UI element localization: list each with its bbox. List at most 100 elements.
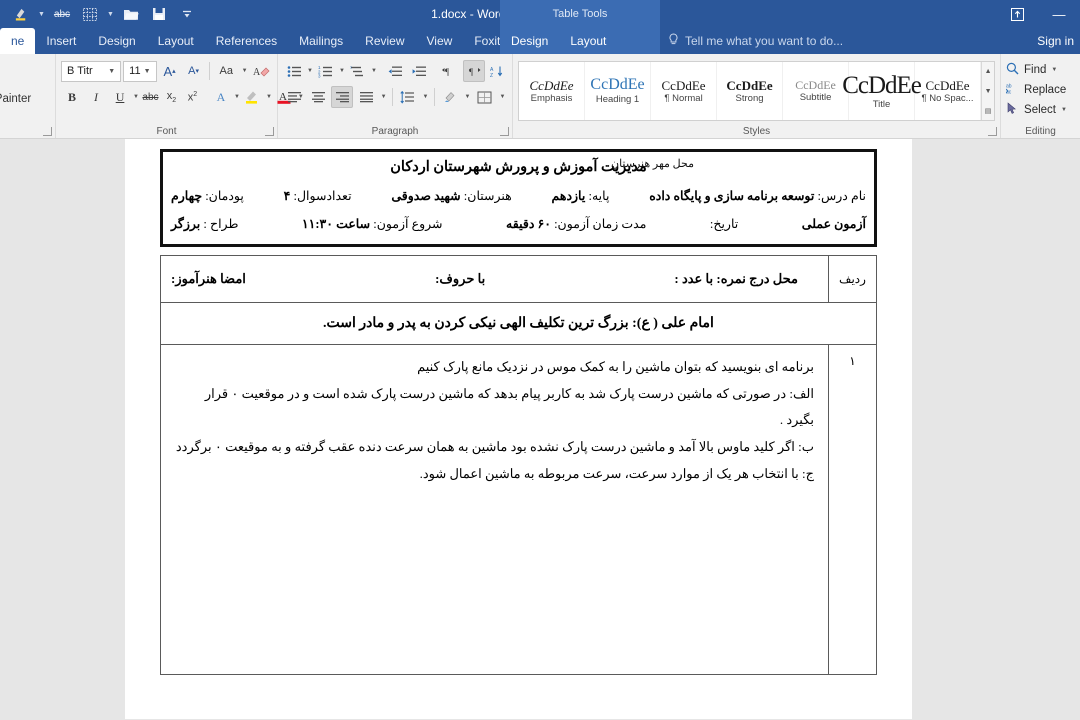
shading-icon[interactable] bbox=[439, 86, 461, 108]
style-item-strong[interactable]: CcDdEe Strong bbox=[717, 62, 784, 120]
tab-mailings[interactable]: Mailings bbox=[288, 28, 354, 54]
find-button[interactable]: Find ▼ bbox=[1006, 60, 1075, 80]
subscript-button[interactable]: x2 bbox=[162, 86, 181, 108]
grow-font-icon[interactable]: A ▴ bbox=[159, 60, 181, 82]
chevron-down-icon[interactable]: ▼ bbox=[463, 86, 472, 108]
style-name: Strong bbox=[735, 92, 764, 104]
bold-button[interactable]: B bbox=[61, 86, 83, 108]
superscript-button[interactable]: x2 bbox=[183, 86, 202, 108]
document-page[interactable]: مدیریت آموزش و پرورش شهرستان اردکان محل … bbox=[125, 139, 912, 719]
scroll-down-icon[interactable]: ▼ bbox=[982, 82, 994, 101]
chevron-down-icon-2[interactable]: ▼ bbox=[105, 3, 116, 25]
chevron-down-icon[interactable]: ▼ bbox=[105, 68, 118, 75]
clear-formatting-icon[interactable]: A bbox=[250, 60, 272, 82]
save-icon[interactable] bbox=[146, 3, 172, 25]
styles-more-icon[interactable]: ▤ bbox=[982, 101, 994, 120]
style-item-no-spacing[interactable]: CcDdEe ¶ No Spac... bbox=[915, 62, 982, 120]
text-effects-icon[interactable]: A bbox=[210, 86, 232, 108]
chevron-down-icon[interactable]: ▼ bbox=[234, 86, 240, 108]
style-name: ¶ Normal bbox=[664, 92, 703, 104]
style-preview: CcDdEe bbox=[529, 77, 574, 93]
sign-in-button[interactable]: Sign in bbox=[1037, 28, 1074, 54]
rtl-text-direction-icon[interactable]: ¶ bbox=[462, 60, 485, 82]
justify-icon[interactable] bbox=[355, 86, 377, 108]
chevron-down-icon[interactable]: ▼ bbox=[371, 60, 377, 82]
tab-insert[interactable]: Insert bbox=[35, 28, 87, 54]
svg-text:A: A bbox=[253, 67, 261, 78]
chevron-down-icon[interactable]: ▼ bbox=[133, 86, 139, 108]
strikethrough-button[interactable]: abc bbox=[141, 86, 160, 108]
styles-gallery-scroll[interactable]: ▲ ▼ ▤ bbox=[981, 62, 995, 120]
tell-me-search[interactable]: Tell me what you want to do... bbox=[668, 28, 843, 54]
align-center-icon[interactable] bbox=[307, 86, 329, 108]
style-item-subtitle[interactable]: CcDdEe Subtitle bbox=[783, 62, 850, 120]
text-highlight-color-icon[interactable] bbox=[242, 86, 264, 108]
multilevel-list-icon[interactable]: 1 bbox=[347, 60, 369, 82]
minimize-window-icon[interactable]: — bbox=[1038, 0, 1080, 28]
chevron-down-icon[interactable]: ▼ bbox=[1051, 67, 1057, 73]
tab-view[interactable]: View bbox=[416, 28, 464, 54]
tab-design[interactable]: Design bbox=[87, 28, 146, 54]
styles-dialog-launcher[interactable] bbox=[988, 127, 998, 136]
font-size-combo[interactable]: 11 ▼ bbox=[123, 60, 157, 82]
tab-home[interactable]: ne bbox=[0, 28, 36, 54]
style-item-emphasis[interactable]: CcDdEe Emphasis bbox=[519, 62, 586, 120]
table-row-grade-header: ردیف محل درج نمره: با عدد : با حروف: امض… bbox=[161, 256, 876, 303]
decrease-indent-icon[interactable] bbox=[385, 60, 407, 82]
ltr-text-direction-icon[interactable]: ¶ bbox=[439, 60, 461, 82]
chevron-down-icon[interactable]: ▼ bbox=[141, 68, 154, 75]
select-button[interactable]: Select ▼ bbox=[1006, 100, 1075, 120]
style-item-title[interactable]: CcDdEe Title bbox=[842, 62, 922, 120]
line-spacing-icon[interactable] bbox=[397, 86, 419, 108]
strikethrough-icon[interactable]: abc bbox=[49, 3, 75, 25]
chevron-down-icon[interactable]: ▼ bbox=[379, 86, 388, 108]
tab-references[interactable]: References bbox=[205, 28, 288, 54]
chevron-down-icon[interactable]: ▼ bbox=[498, 86, 507, 108]
scroll-up-icon[interactable]: ▲ bbox=[982, 62, 994, 81]
chevron-down-icon[interactable]: ▼ bbox=[266, 86, 272, 108]
font-dialog-launcher[interactable] bbox=[265, 127, 275, 136]
replace-button[interactable]: ab ac Replace bbox=[1005, 80, 1075, 100]
question-count-label: تعدادسوال: bbox=[293, 189, 352, 203]
italic-button[interactable]: I bbox=[85, 86, 107, 108]
tab-table-design[interactable]: Design bbox=[500, 28, 559, 54]
start-time-field: شروع آزمون: ساعت ۱۱:۳۰ bbox=[302, 216, 443, 232]
course-label: نام درس: bbox=[817, 189, 867, 203]
table-icon[interactable] bbox=[77, 3, 103, 25]
tab-table-layout[interactable]: Layout bbox=[559, 28, 617, 54]
align-right-icon[interactable] bbox=[331, 86, 354, 108]
replace-icon: ab ac bbox=[1005, 82, 1019, 98]
clipboard-dialog-launcher[interactable] bbox=[43, 127, 53, 136]
document-area[interactable]: مدیریت آموزش و پرورش شهرستان اردکان محل … bbox=[0, 139, 1080, 719]
exam-header-table: مدیریت آموزش و پرورش شهرستان اردکان محل … bbox=[160, 149, 877, 247]
font-name-combo[interactable]: B Titr ▼ bbox=[61, 60, 122, 82]
sort-icon[interactable]: AZ bbox=[487, 60, 509, 82]
styles-gallery[interactable]: CcDdEe Emphasis CcDdEe Heading 1 CcDdEe … bbox=[518, 61, 996, 121]
chevron-down-icon[interactable]: ▼ bbox=[1061, 107, 1067, 113]
restore-window-icon[interactable] bbox=[996, 0, 1038, 28]
chevron-down-icon[interactable]: ▼ bbox=[339, 60, 345, 82]
shrink-font-icon[interactable]: A ▾ bbox=[183, 60, 205, 82]
chevron-down-icon[interactable]: ▼ bbox=[307, 60, 313, 82]
underline-button[interactable]: U bbox=[109, 86, 131, 108]
align-left-icon[interactable] bbox=[283, 86, 305, 108]
tab-review[interactable]: Review bbox=[354, 28, 415, 54]
increase-indent-icon[interactable] bbox=[409, 60, 431, 82]
tab-layout[interactable]: Layout bbox=[147, 28, 205, 54]
bullets-icon[interactable] bbox=[283, 60, 305, 82]
open-folder-icon[interactable] bbox=[118, 3, 144, 25]
borders-icon[interactable] bbox=[474, 86, 496, 108]
chevron-down-icon[interactable]: ▼ bbox=[36, 3, 47, 25]
style-preview: CcDdEe bbox=[795, 78, 836, 92]
change-case-icon[interactable]: Aa bbox=[213, 60, 239, 82]
format-painter-button[interactable]: at Painter bbox=[0, 93, 31, 105]
format-painter-icon[interactable] bbox=[8, 3, 34, 25]
customize-qat-icon[interactable] bbox=[174, 3, 200, 25]
score-place-label: محل درج نمره: با عدد : bbox=[674, 271, 798, 286]
paragraph-dialog-launcher[interactable] bbox=[500, 127, 510, 136]
chevron-down-icon[interactable]: ▼ bbox=[241, 60, 248, 82]
numbering-icon[interactable]: 123 bbox=[315, 60, 337, 82]
style-item-heading-1[interactable]: CcDdEe Heading 1 bbox=[585, 62, 652, 120]
style-item-normal[interactable]: CcDdEe ¶ Normal bbox=[651, 62, 718, 120]
chevron-down-icon[interactable]: ▼ bbox=[421, 86, 430, 108]
